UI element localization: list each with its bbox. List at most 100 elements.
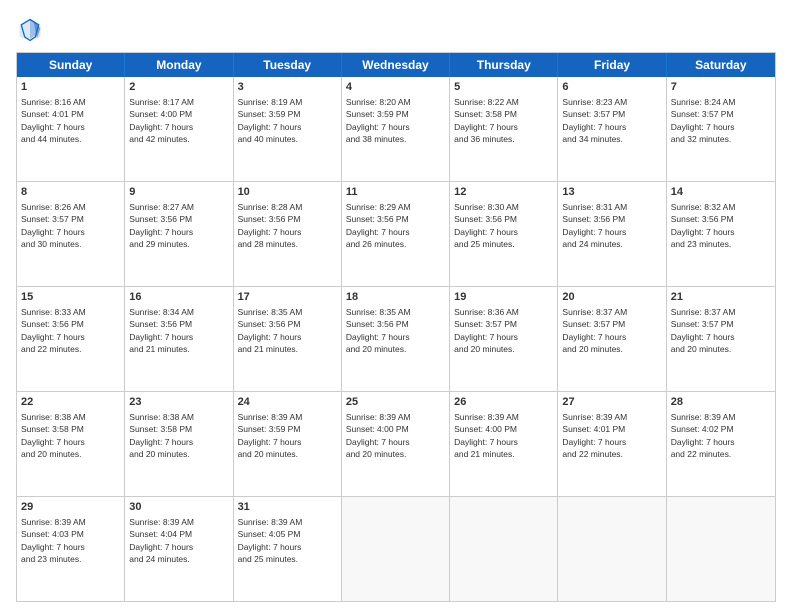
day-number: 7	[671, 80, 771, 95]
header-day-saturday: Saturday	[667, 53, 775, 77]
cell-info: Sunrise: 8:24 AM Sunset: 3:57 PM Dayligh…	[671, 97, 736, 144]
day-number: 10	[238, 185, 337, 200]
cal-cell-12: 12Sunrise: 8:30 AM Sunset: 3:56 PM Dayli…	[450, 182, 558, 286]
cal-cell-31: 31 Sunrise: 8:39 AM Sunset: 4:05 PM Dayli…	[234, 497, 342, 601]
cal-cell-20: 20 Sunrise: 8:37 AM Sunset: 3:57 PM Dayli…	[558, 287, 666, 391]
cell-info: Sunrise: 8:34 AM Sunset: 3:56 PM Dayligh…	[129, 307, 194, 354]
day-number: 15	[21, 290, 120, 305]
calendar-body: 1Sunrise: 8:16 AM Sunset: 4:01 PM Daylig…	[17, 77, 775, 601]
cell-info: Sunrise: 8:35 AM Sunset: 3:56 PM Dayligh…	[238, 307, 303, 354]
cal-cell-14: 14 Sunrise: 8:32 AM Sunset: 3:56 PM Dayli…	[667, 182, 775, 286]
day-number: 13	[562, 185, 661, 200]
day-number: 17	[238, 290, 337, 305]
day-number: 27	[562, 395, 661, 410]
cal-cell-empty	[342, 497, 450, 601]
cal-cell-21: 21 Sunrise: 8:37 AM Sunset: 3:57 PM Dayli…	[667, 287, 775, 391]
cal-cell-16: 16 Sunrise: 8:34 AM Sunset: 3:56 PM Dayli…	[125, 287, 233, 391]
day-number: 24	[238, 395, 337, 410]
day-number: 18	[346, 290, 445, 305]
day-number: 29	[21, 500, 120, 515]
day-number: 5	[454, 80, 553, 95]
week-row-5: 29Sunrise: 8:39 AM Sunset: 4:03 PM Dayli…	[17, 496, 775, 601]
cal-cell-8: 8 Sunrise: 8:26 AM Sunset: 3:57 PM Daylig…	[17, 182, 125, 286]
day-number: 4	[346, 80, 445, 95]
cal-cell-15: 15Sunrise: 8:33 AM Sunset: 3:56 PM Dayli…	[17, 287, 125, 391]
logo-icon	[16, 16, 44, 44]
cell-info: Sunrise: 8:16 AM Sunset: 4:01 PM Dayligh…	[21, 97, 86, 144]
day-number: 19	[454, 290, 553, 305]
week-row-4: 22Sunrise: 8:38 AM Sunset: 3:58 PM Dayli…	[17, 391, 775, 496]
cell-info: Sunrise: 8:39 AM Sunset: 4:00 PM Dayligh…	[346, 412, 411, 459]
cal-cell-2: 2 Sunrise: 8:17 AM Sunset: 4:00 PM Daylig…	[125, 77, 233, 181]
week-row-1: 1Sunrise: 8:16 AM Sunset: 4:01 PM Daylig…	[17, 77, 775, 181]
cell-info: Sunrise: 8:23 AM Sunset: 3:57 PM Dayligh…	[562, 97, 627, 144]
cal-cell-empty	[558, 497, 666, 601]
cell-info: Sunrise: 8:29 AM Sunset: 3:56 PM Dayligh…	[346, 202, 411, 249]
cal-cell-9: 9 Sunrise: 8:27 AM Sunset: 3:56 PM Daylig…	[125, 182, 233, 286]
day-number: 20	[562, 290, 661, 305]
day-number: 6	[562, 80, 661, 95]
day-number: 14	[671, 185, 771, 200]
cal-cell-4: 4 Sunrise: 8:20 AM Sunset: 3:59 PM Daylig…	[342, 77, 450, 181]
day-number: 31	[238, 500, 337, 515]
page: SundayMondayTuesdayWednesdayThursdayFrid…	[0, 0, 792, 612]
cell-info: Sunrise: 8:39 AM Sunset: 3:59 PM Dayligh…	[238, 412, 303, 459]
cal-cell-5: 5 Sunrise: 8:22 AM Sunset: 3:58 PM Daylig…	[450, 77, 558, 181]
cal-cell-13: 13 Sunrise: 8:31 AM Sunset: 3:56 PM Dayli…	[558, 182, 666, 286]
calendar-header: SundayMondayTuesdayWednesdayThursdayFrid…	[17, 53, 775, 77]
cal-cell-1: 1Sunrise: 8:16 AM Sunset: 4:01 PM Daylig…	[17, 77, 125, 181]
cal-cell-19: 19 Sunrise: 8:36 AM Sunset: 3:57 PM Dayli…	[450, 287, 558, 391]
cell-info: Sunrise: 8:38 AM Sunset: 3:58 PM Dayligh…	[129, 412, 194, 459]
cell-info: Sunrise: 8:35 AM Sunset: 3:56 PM Dayligh…	[346, 307, 411, 354]
logo	[16, 16, 48, 44]
day-number: 3	[238, 80, 337, 95]
header-day-monday: Monday	[125, 53, 233, 77]
cal-cell-empty	[450, 497, 558, 601]
cal-cell-3: 3 Sunrise: 8:19 AM Sunset: 3:59 PM Daylig…	[234, 77, 342, 181]
cell-info: Sunrise: 8:39 AM Sunset: 4:02 PM Dayligh…	[671, 412, 736, 459]
day-number: 21	[671, 290, 771, 305]
cell-info: Sunrise: 8:39 AM Sunset: 4:04 PM Dayligh…	[129, 517, 194, 564]
cal-cell-28: 28 Sunrise: 8:39 AM Sunset: 4:02 PM Dayli…	[667, 392, 775, 496]
day-number: 2	[129, 80, 228, 95]
cell-info: Sunrise: 8:37 AM Sunset: 3:57 PM Dayligh…	[671, 307, 736, 354]
header-day-wednesday: Wednesday	[342, 53, 450, 77]
day-number: 25	[346, 395, 445, 410]
week-row-2: 8 Sunrise: 8:26 AM Sunset: 3:57 PM Daylig…	[17, 181, 775, 286]
cal-cell-26: 26Sunrise: 8:39 AM Sunset: 4:00 PM Dayli…	[450, 392, 558, 496]
cell-info: Sunrise: 8:36 AM Sunset: 3:57 PM Dayligh…	[454, 307, 519, 354]
header-day-tuesday: Tuesday	[234, 53, 342, 77]
cal-cell-27: 27 Sunrise: 8:39 AM Sunset: 4:01 PM Dayli…	[558, 392, 666, 496]
cal-cell-23: 23 Sunrise: 8:38 AM Sunset: 3:58 PM Dayli…	[125, 392, 233, 496]
cal-cell-25: 25 Sunrise: 8:39 AM Sunset: 4:00 PM Dayli…	[342, 392, 450, 496]
cell-info: Sunrise: 8:26 AM Sunset: 3:57 PM Dayligh…	[21, 202, 86, 249]
cell-info: Sunrise: 8:32 AM Sunset: 3:56 PM Dayligh…	[671, 202, 736, 249]
day-number: 8	[21, 185, 120, 200]
cell-info: Sunrise: 8:19 AM Sunset: 3:59 PM Dayligh…	[238, 97, 303, 144]
cell-info: Sunrise: 8:31 AM Sunset: 3:56 PM Dayligh…	[562, 202, 627, 249]
cell-info: Sunrise: 8:37 AM Sunset: 3:57 PM Dayligh…	[562, 307, 627, 354]
cell-info: Sunrise: 8:39 AM Sunset: 4:00 PM Dayligh…	[454, 412, 519, 459]
cal-cell-empty	[667, 497, 775, 601]
cal-cell-29: 29Sunrise: 8:39 AM Sunset: 4:03 PM Dayli…	[17, 497, 125, 601]
header-day-friday: Friday	[558, 53, 666, 77]
cell-info: Sunrise: 8:27 AM Sunset: 3:56 PM Dayligh…	[129, 202, 194, 249]
cell-info: Sunrise: 8:22 AM Sunset: 3:58 PM Dayligh…	[454, 97, 519, 144]
cal-cell-30: 30Sunrise: 8:39 AM Sunset: 4:04 PM Dayli…	[125, 497, 233, 601]
cell-info: Sunrise: 8:39 AM Sunset: 4:05 PM Dayligh…	[238, 517, 303, 564]
day-number: 23	[129, 395, 228, 410]
header-day-sunday: Sunday	[17, 53, 125, 77]
cal-cell-17: 17 Sunrise: 8:35 AM Sunset: 3:56 PM Dayli…	[234, 287, 342, 391]
day-number: 16	[129, 290, 228, 305]
cell-info: Sunrise: 8:39 AM Sunset: 4:01 PM Dayligh…	[562, 412, 627, 459]
day-number: 9	[129, 185, 228, 200]
cal-cell-22: 22Sunrise: 8:38 AM Sunset: 3:58 PM Dayli…	[17, 392, 125, 496]
cell-info: Sunrise: 8:20 AM Sunset: 3:59 PM Dayligh…	[346, 97, 411, 144]
cell-info: Sunrise: 8:17 AM Sunset: 4:00 PM Dayligh…	[129, 97, 194, 144]
cal-cell-24: 24 Sunrise: 8:39 AM Sunset: 3:59 PM Dayli…	[234, 392, 342, 496]
day-number: 28	[671, 395, 771, 410]
cell-info: Sunrise: 8:38 AM Sunset: 3:58 PM Dayligh…	[21, 412, 86, 459]
header-day-thursday: Thursday	[450, 53, 558, 77]
calendar: SundayMondayTuesdayWednesdayThursdayFrid…	[16, 52, 776, 602]
cal-cell-6: 6 Sunrise: 8:23 AM Sunset: 3:57 PM Daylig…	[558, 77, 666, 181]
